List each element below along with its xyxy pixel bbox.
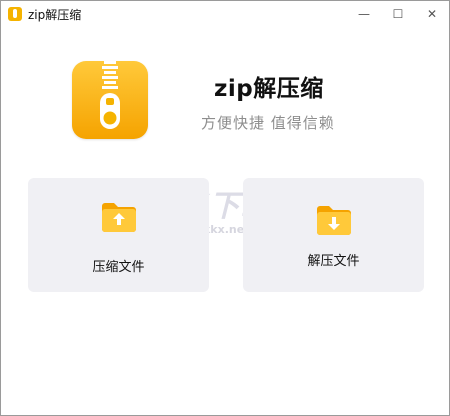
extract-file-button[interactable]: 解压文件 [243,178,424,292]
folder-download-icon [317,206,351,235]
minimize-icon: — [358,7,370,21]
folder-upload-icon [102,203,136,232]
compress-file-button[interactable]: 压缩文件 [28,178,209,292]
compress-file-label: 压缩文件 [92,260,145,275]
title-bar[interactable]: zip解压缩 — ☐ ✕ [1,1,449,27]
app-zip-icon [8,7,22,21]
app-logo [72,61,148,139]
app-tagline: 方便快捷 值得信赖 [201,114,335,132]
app-window: zip解压缩 — ☐ ✕ zip解压缩 方便快捷 值得信赖 KK下载 www.k… [0,0,450,416]
zipper-icon [100,61,120,129]
extract-file-label: 解压文件 [307,254,360,269]
close-button[interactable]: ✕ [415,1,449,27]
app-title: zip解压缩 [214,76,324,102]
maximize-icon: ☐ [392,7,404,21]
maximize-button[interactable]: ☐ [381,1,415,27]
window-title: zip解压缩 [28,7,82,22]
minimize-button[interactable]: — [347,1,381,27]
window-controls: — ☐ ✕ [347,1,449,27]
close-icon: ✕ [426,7,438,21]
